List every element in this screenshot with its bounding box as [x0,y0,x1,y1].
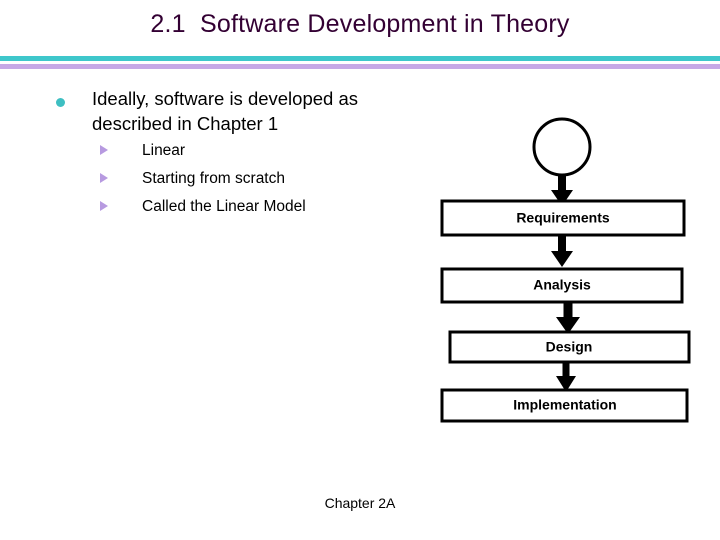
list-item-level1-line1: Ideally, software is developed as [92,88,359,109]
flowchart-label-implementation: Implementation [513,397,616,413]
start-node-circle [532,117,592,177]
list-item-level2: Called the Linear Model [0,194,460,220]
list-item-level1-line2: described in Chapter 1 [92,113,279,134]
arrow-design-to-implementation [556,362,576,392]
linear-model-flowchart: Requirements Analysis Design Implementat… [430,110,720,430]
arrow-requirements-to-analysis [551,235,573,267]
list-item-level1: Ideally, software is developed as descri… [0,86,460,136]
divider-teal [0,56,720,61]
triangle-bullet-icon [100,201,108,211]
list-item-level2-label: Linear [142,142,186,159]
footer-chapter-label: Chapter 2A [324,495,396,511]
flowchart-label-analysis: Analysis [533,277,591,293]
list-item-level1-text: Ideally, software is developed as descri… [92,86,452,136]
list-item-level2-label: Starting from scratch [142,170,285,187]
list-item-level2: Linear [0,138,460,164]
triangle-bullet-icon [100,173,108,183]
flowchart-label-requirements: Requirements [516,210,610,226]
divider-lavender [0,64,720,69]
triangle-bullet-icon [100,145,108,155]
bullet-list: Ideally, software is developed as descri… [0,86,460,220]
list-item-level2: Starting from scratch [0,166,460,192]
flowchart-label-design: Design [546,339,593,355]
page-title: 2.1 Software Development in Theory [150,10,570,38]
list-item-level2-label: Called the Linear Model [142,198,306,215]
arrow-analysis-to-design [556,302,580,334]
bullet-dot-icon [56,98,65,107]
